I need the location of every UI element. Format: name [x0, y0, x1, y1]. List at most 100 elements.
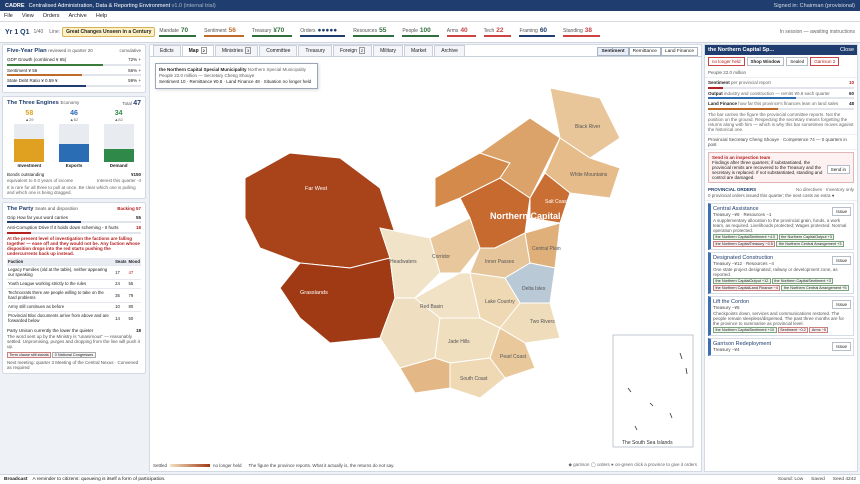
signin-label: Signed in: Chairman (provisional): [773, 2, 855, 9]
stat-orders[interactable]: Orders ●●●●●: [300, 27, 346, 37]
label-lake-country: Lake Country: [485, 299, 515, 305]
tab-map[interactable]: Map 2: [181, 45, 214, 56]
tab-military[interactable]: Military: [373, 45, 403, 56]
effect-chip: the Northern CapitalSentiment +4.0: [713, 234, 778, 240]
sentiment-sub: per provincial report: [731, 80, 771, 85]
order-desc: Checkpoints down, services and communica…: [713, 311, 844, 326]
legend-text: The figure the province reports. What it…: [248, 463, 395, 468]
engine-delta: ▲82: [114, 116, 123, 122]
tab-label: Committee: [266, 48, 291, 54]
issue-button[interactable]: Issue: [832, 300, 851, 309]
effect-chip: the Northern Central Arrangement +5: [781, 285, 849, 291]
orders-list: Central Assistance Treasury −¥6 · Resourc…: [705, 203, 857, 356]
effect-chip: the Northern CapitalOutput +3: [778, 234, 835, 240]
term-clause-tag: Term clause still stands: [7, 352, 52, 358]
stat-sentiment[interactable]: Sentiment 56: [204, 27, 244, 37]
tab-market[interactable]: Market: [403, 45, 434, 56]
legend-gradient: [170, 464, 211, 467]
sealed-button[interactable]: Sealed: [786, 57, 809, 66]
issue-button[interactable]: Issue: [832, 256, 851, 265]
effect-chip: Sentiment −0.2: [777, 327, 809, 333]
engine-bar: [14, 123, 45, 162]
stat-people[interactable]: People 100: [402, 27, 439, 37]
broadcast-label: Broadcast: [4, 477, 28, 482]
tab-edicts[interactable]: Edicts: [153, 45, 181, 56]
stat-mandate[interactable]: Mandate 70: [159, 27, 197, 37]
tab-treasury[interactable]: Treasury: [298, 45, 332, 56]
label-far-west: Far West: [305, 186, 328, 192]
inspection-box: Send in an inspection team Findings afte…: [708, 151, 854, 183]
stat-tech[interactable]: Tech 22: [483, 27, 512, 37]
engine-demand[interactable]: 34 ▲82 Demand: [103, 110, 134, 168]
engine-bar: [103, 123, 134, 162]
stat-label: Sentiment: [204, 27, 227, 34]
session-note: In session — awaiting instructions: [779, 28, 855, 35]
order-cost: Treasury −¥4: [713, 347, 740, 352]
legend-right: no longer held: [213, 463, 242, 468]
status-no-longer-held[interactable]: no longer held: [708, 57, 745, 66]
land-sub: how far this province's finances lean on…: [738, 101, 839, 106]
orders-filter[interactable]: No directives · Inventory only: [796, 187, 854, 192]
plan-badge[interactable]: cumulative: [119, 48, 141, 54]
tab-committee[interactable]: Committee: [259, 45, 298, 56]
stat-treasury[interactable]: Treasury ¥70: [251, 27, 293, 37]
tooltip-title: the Northern Capital Special Municipalit…: [159, 67, 247, 72]
panel-close[interactable]: Close: [840, 47, 854, 53]
faction-cell: 50: [127, 310, 141, 325]
issue-button[interactable]: Issue: [832, 342, 851, 351]
stat-body: Framing 60: [519, 27, 547, 34]
menu-archive[interactable]: Archive: [69, 13, 87, 19]
table-row[interactable]: Provincial Bloc documents arrive from ab…: [7, 310, 141, 325]
shop-window-button[interactable]: Shop Window: [746, 57, 785, 66]
stat-underline: [204, 35, 244, 37]
table-row[interactable]: Legacy Families (old at the table), neit…: [7, 264, 141, 279]
menu-view[interactable]: View: [22, 13, 34, 19]
left-column: Five-Year Plan reviewed in quarter 20 cum…: [2, 44, 146, 472]
faction-cell: 14: [114, 310, 128, 325]
tab-archive[interactable]: Archive: [434, 45, 465, 56]
mode-land-finance[interactable]: Land Finance: [660, 47, 698, 56]
engine-value: 58: [25, 109, 34, 117]
stat-standing[interactable]: Standing 38: [563, 27, 601, 37]
menu-help[interactable]: Help: [96, 13, 107, 19]
five-year-plan-card: Five-Year Plan reviewed in quarter 20 cum…: [2, 44, 146, 93]
label-jade-hills: Jade Hills: [448, 339, 470, 345]
engine-exports[interactable]: 46 ▲62 Exports: [58, 110, 89, 168]
table-row[interactable]: Technocrats there are people willing to …: [7, 287, 141, 302]
line-badge[interactable]: Great Changes Unseen in a Century: [62, 27, 156, 37]
stat-framing[interactable]: Framing 60: [519, 27, 556, 37]
engines-chart: 58 ▲29 Investment 46 ▲62 Exports 34 ▲82 Demand: [7, 110, 141, 168]
app-logo: CADRE: [5, 2, 25, 9]
engine-investment[interactable]: 58 ▲29 Investment: [14, 109, 45, 168]
mode-sentiment[interactable]: Sentiment: [597, 47, 629, 56]
map-mode-switch: Sentiment Remittance Land Finance: [597, 47, 698, 56]
tab-foreign[interactable]: Foreign 2: [332, 45, 373, 56]
sentiment-label: Sentiment: [708, 80, 730, 85]
stat-underline: [251, 35, 293, 37]
label-delta-isles: Delta Isles: [522, 286, 546, 292]
province-far-west: [244, 152, 396, 269]
menu-file[interactable]: File: [4, 13, 13, 19]
send-in-button[interactable]: Send in: [826, 164, 850, 174]
sound-setting[interactable]: Sound: Low: [778, 477, 803, 482]
province-map[interactable]: Far West Grasslands Headwaters Corridor …: [150, 58, 701, 458]
year-quarter: Yr 1 Q1: [5, 28, 30, 36]
menu-orders[interactable]: Orders: [43, 13, 60, 19]
tab-label: Market: [410, 48, 427, 54]
table-row[interactable]: Youth League working strictly to the rul…: [7, 278, 141, 288]
plan-row-value: 56% +: [128, 67, 141, 73]
garrison-button[interactable]: Garrison 2: [810, 57, 840, 66]
land-value: 48: [848, 101, 854, 106]
stat-body: Orders ●●●●●: [300, 27, 337, 34]
label-central-plain: Central Plain: [532, 246, 561, 252]
tab-ministries[interactable]: Ministries 3: [214, 45, 259, 56]
stat-label: Arms: [446, 27, 459, 34]
mode-remittance[interactable]: Remittance: [628, 47, 661, 56]
issue-button[interactable]: Issue: [832, 207, 851, 216]
stat-arms[interactable]: Arms 40: [446, 27, 476, 37]
plan-row-label: Sentiment ¥ 56: [7, 67, 38, 73]
table-row[interactable]: Army still continues as before 10 80: [7, 301, 141, 311]
turn-counter: 1/40: [33, 29, 44, 35]
stat-resources[interactable]: Resources 55: [353, 27, 395, 37]
stat-value: 40: [460, 27, 468, 35]
